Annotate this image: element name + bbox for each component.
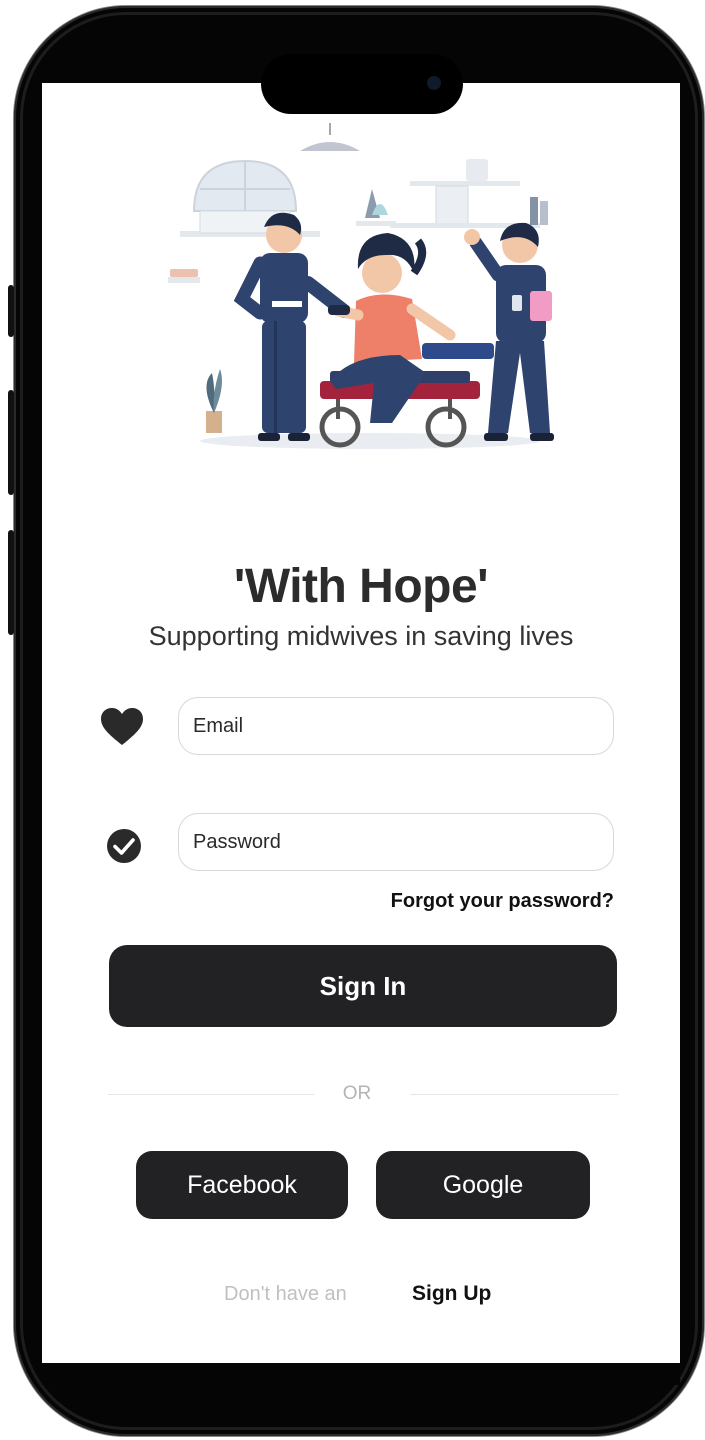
password-field[interactable] (178, 813, 614, 871)
mute-switch (8, 285, 14, 337)
left-nurse-figure (233, 212, 351, 441)
sign-in-button[interactable]: Sign In (109, 945, 617, 1027)
facebook-login-button[interactable]: Facebook (136, 1151, 348, 1219)
divider-left (108, 1094, 314, 1095)
volume-up-button (8, 390, 14, 495)
sign-up-link[interactable]: Sign Up (412, 1282, 491, 1306)
right-nurse-figure (464, 222, 554, 441)
check-circle-icon (102, 824, 146, 868)
heart-icon (100, 705, 144, 749)
dynamic-island (261, 54, 463, 114)
or-divider-label: OR (342, 1083, 372, 1104)
email-field[interactable] (178, 697, 614, 755)
screen: 'With Hope' Supporting midwives in savin… (42, 83, 680, 1363)
plant (206, 369, 222, 433)
google-login-button[interactable]: Google (376, 1151, 590, 1219)
volume-down-button (8, 530, 14, 635)
front-camera (427, 76, 441, 90)
midwives-illustration (168, 123, 554, 449)
app-title: 'With Hope' (233, 560, 489, 613)
signup-prompt: Don't have an (224, 1283, 347, 1305)
forgot-password-link[interactable]: Forgot your password? (391, 890, 614, 913)
bottom-bezel (42, 1363, 680, 1385)
divider-right (410, 1094, 618, 1095)
app-subtitle: Supporting midwives in saving lives (148, 621, 574, 651)
